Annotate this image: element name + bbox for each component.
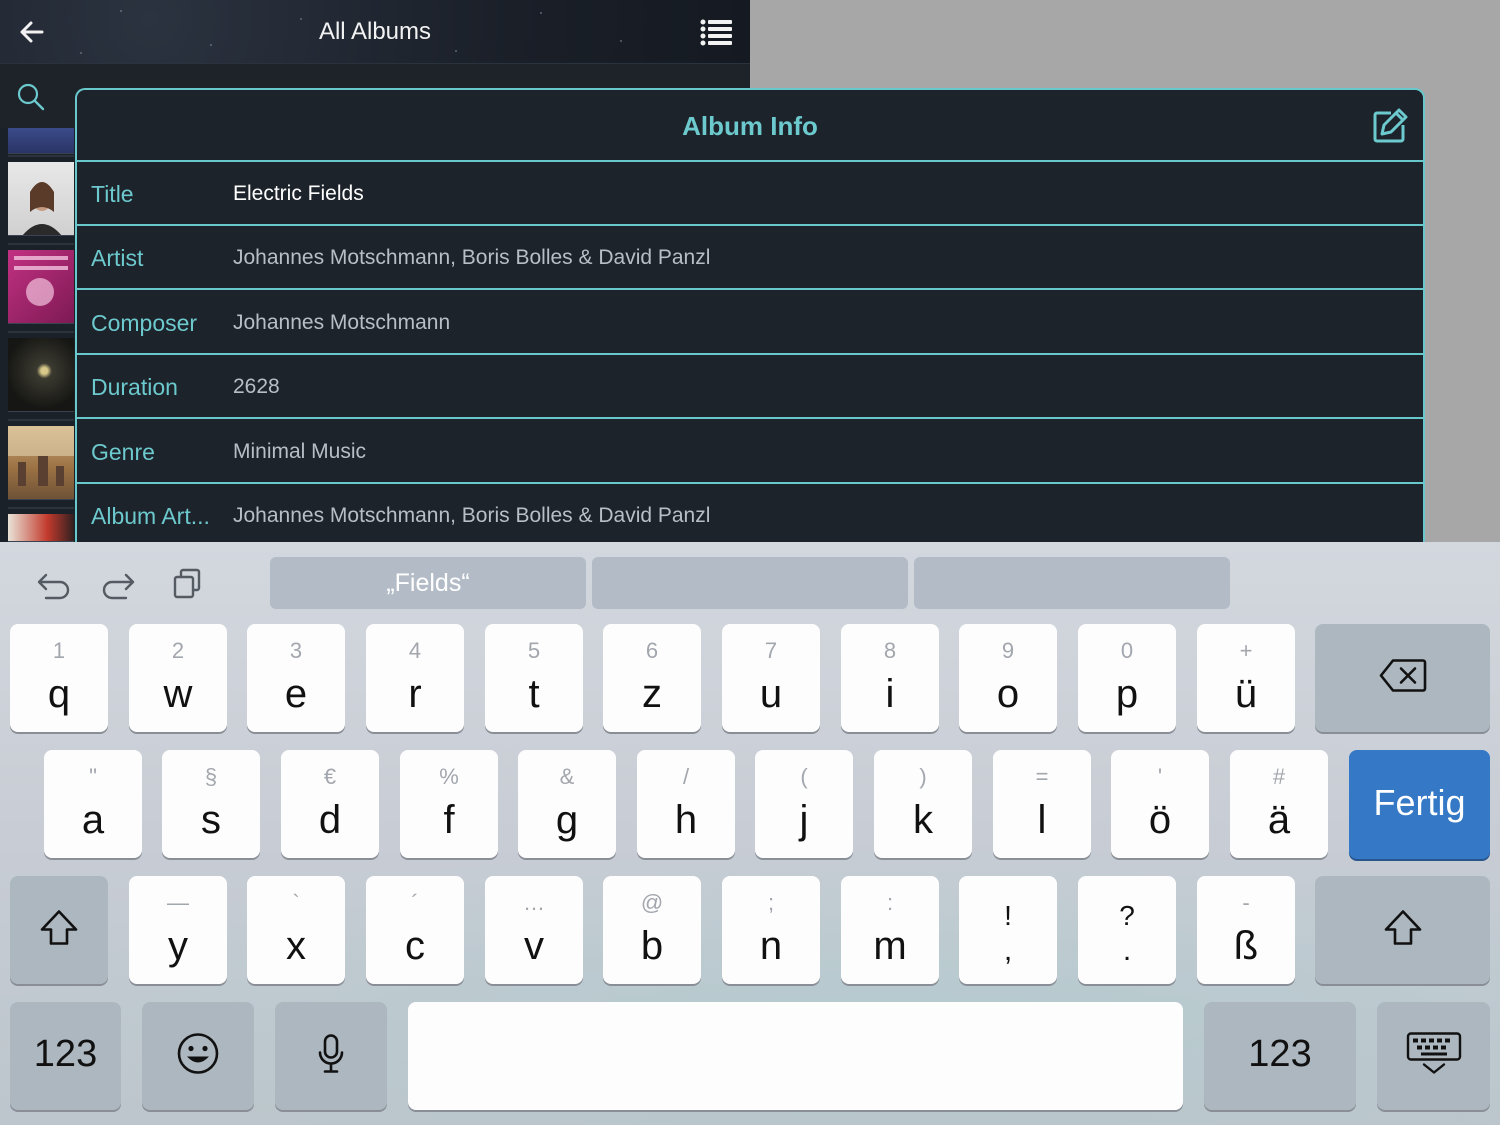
key-q[interactable]: 1q xyxy=(10,624,108,732)
emoji-icon xyxy=(176,1032,220,1081)
numbers-key-right[interactable]: 123 xyxy=(1204,1002,1356,1110)
key-eszett[interactable]: -ß xyxy=(1197,876,1295,984)
field-label: Album Art... xyxy=(91,503,210,529)
key-d[interactable]: € d xyxy=(281,750,379,858)
key-c[interactable]: ´ c xyxy=(366,876,464,984)
key-v[interactable]: … v xyxy=(485,876,583,984)
key-period[interactable]: ?. xyxy=(1078,876,1176,984)
shift-icon xyxy=(39,909,79,952)
space-bar[interactable] xyxy=(408,1002,1183,1110)
hide-keyboard-key[interactable] xyxy=(1377,1002,1490,1110)
duration-field[interactable]: 2628 xyxy=(233,355,280,419)
shift-key-right[interactable] xyxy=(1315,876,1490,984)
shift-icon xyxy=(1383,909,1423,952)
info-row-album-artist[interactable]: Album Art... Johannes Motschmann, Boris … xyxy=(77,484,1423,542)
key-a-umlaut[interactable]: # ä xyxy=(1230,750,1328,858)
keyboard-hide-icon xyxy=(1405,1032,1463,1081)
album-cover-thumbnail[interactable] xyxy=(8,162,74,236)
microphone-icon xyxy=(316,1033,346,1080)
album-cover-thumbnail[interactable] xyxy=(8,338,74,412)
edit-icon[interactable] xyxy=(1371,107,1409,145)
done-button[interactable]: Fertig xyxy=(1349,750,1490,859)
key-p[interactable]: 0p xyxy=(1078,624,1176,732)
key-u[interactable]: 7u xyxy=(722,624,820,732)
key-s[interactable]: § s xyxy=(162,750,260,858)
info-row-artist[interactable]: Artist Johannes Motschmann, Boris Bolles… xyxy=(77,226,1423,290)
key-k[interactable]: ) k xyxy=(874,750,972,858)
key-a[interactable]: " a xyxy=(44,750,142,858)
title-field[interactable]: Electric Fields xyxy=(233,162,364,226)
emoji-key[interactable] xyxy=(142,1002,254,1110)
artist-field[interactable]: Johannes Motschmann, Boris Bolles & Davi… xyxy=(233,226,710,290)
suggestion-2[interactable] xyxy=(592,557,908,609)
field-label: Title xyxy=(91,181,134,207)
album-cover-thumbnail[interactable] xyxy=(8,514,74,542)
suggestion-3[interactable] xyxy=(914,557,1230,609)
key-y[interactable]: — y xyxy=(129,876,227,984)
numbers-key-left[interactable]: 123 xyxy=(10,1002,121,1110)
undo-icon[interactable] xyxy=(32,564,72,604)
key-u-umlaut[interactable]: + ü xyxy=(1197,624,1295,732)
key-g[interactable]: & g xyxy=(518,750,616,858)
suggestion-1[interactable]: „Fields“ xyxy=(270,557,586,609)
sheet-title: Album Info xyxy=(682,111,818,141)
field-label: Artist xyxy=(91,245,144,271)
info-row-genre[interactable]: Genre Minimal Music xyxy=(77,420,1423,484)
field-label: Duration xyxy=(91,374,178,400)
key-r[interactable]: 4r xyxy=(366,624,464,732)
key-f[interactable]: % f xyxy=(400,750,498,858)
search-icon[interactable] xyxy=(16,82,46,112)
key-e[interactable]: 3e xyxy=(247,624,345,732)
album-artist-field[interactable]: Johannes Motschmann, Boris Bolles & Davi… xyxy=(233,484,710,542)
redo-icon[interactable] xyxy=(100,564,140,604)
field-label: Composer xyxy=(91,310,198,336)
page-title: All Albums xyxy=(318,18,432,45)
key-z[interactable]: 6z xyxy=(603,624,701,732)
sheet-header: Album Info xyxy=(77,90,1423,162)
key-t[interactable]: 5t xyxy=(485,624,583,732)
shift-key-left[interactable] xyxy=(10,876,108,984)
genre-field[interactable]: Minimal Music xyxy=(233,420,366,484)
album-info-sheet: Album Info Title Electric Fields Artist … xyxy=(75,88,1425,542)
field-label: Genre xyxy=(91,439,155,465)
key-o[interactable]: 9o xyxy=(959,624,1057,732)
backspace-icon xyxy=(1379,659,1427,698)
info-row-title[interactable]: Title Electric Fields xyxy=(77,162,1423,226)
info-row-composer[interactable]: Composer Johannes Motschmann xyxy=(77,291,1423,355)
key-w[interactable]: 2w xyxy=(129,624,227,732)
album-cover-thumbnail[interactable] xyxy=(8,128,74,154)
key-b[interactable]: @ b xyxy=(603,876,701,984)
key-l[interactable]: = l xyxy=(993,750,1091,858)
dictation-key[interactable] xyxy=(275,1002,387,1110)
key-o-umlaut[interactable]: ' ö xyxy=(1111,750,1209,858)
key-n[interactable]: ; n xyxy=(722,876,820,984)
album-cover-thumbnail[interactable] xyxy=(8,250,74,324)
album-cover-thumbnail[interactable] xyxy=(8,426,74,500)
key-j[interactable]: (j xyxy=(755,750,853,858)
on-screen-keyboard: „Fields“ 1q 2w 3e 4r 5t 6z 7u 8i 9o 0p +… xyxy=(0,542,1500,1125)
composer-field[interactable]: Johannes Motschmann xyxy=(233,291,450,355)
list-menu-icon[interactable] xyxy=(698,16,736,48)
key-x[interactable]: ` x xyxy=(247,876,345,984)
delete-key[interactable] xyxy=(1315,624,1490,732)
info-row-duration[interactable]: Duration 2628 xyxy=(77,355,1423,419)
key-comma[interactable]: !, xyxy=(959,876,1057,984)
paste-icon[interactable] xyxy=(168,564,208,604)
key-i[interactable]: 8i xyxy=(841,624,939,732)
key-m[interactable]: :m xyxy=(841,876,939,984)
key-h[interactable]: / h xyxy=(637,750,735,858)
